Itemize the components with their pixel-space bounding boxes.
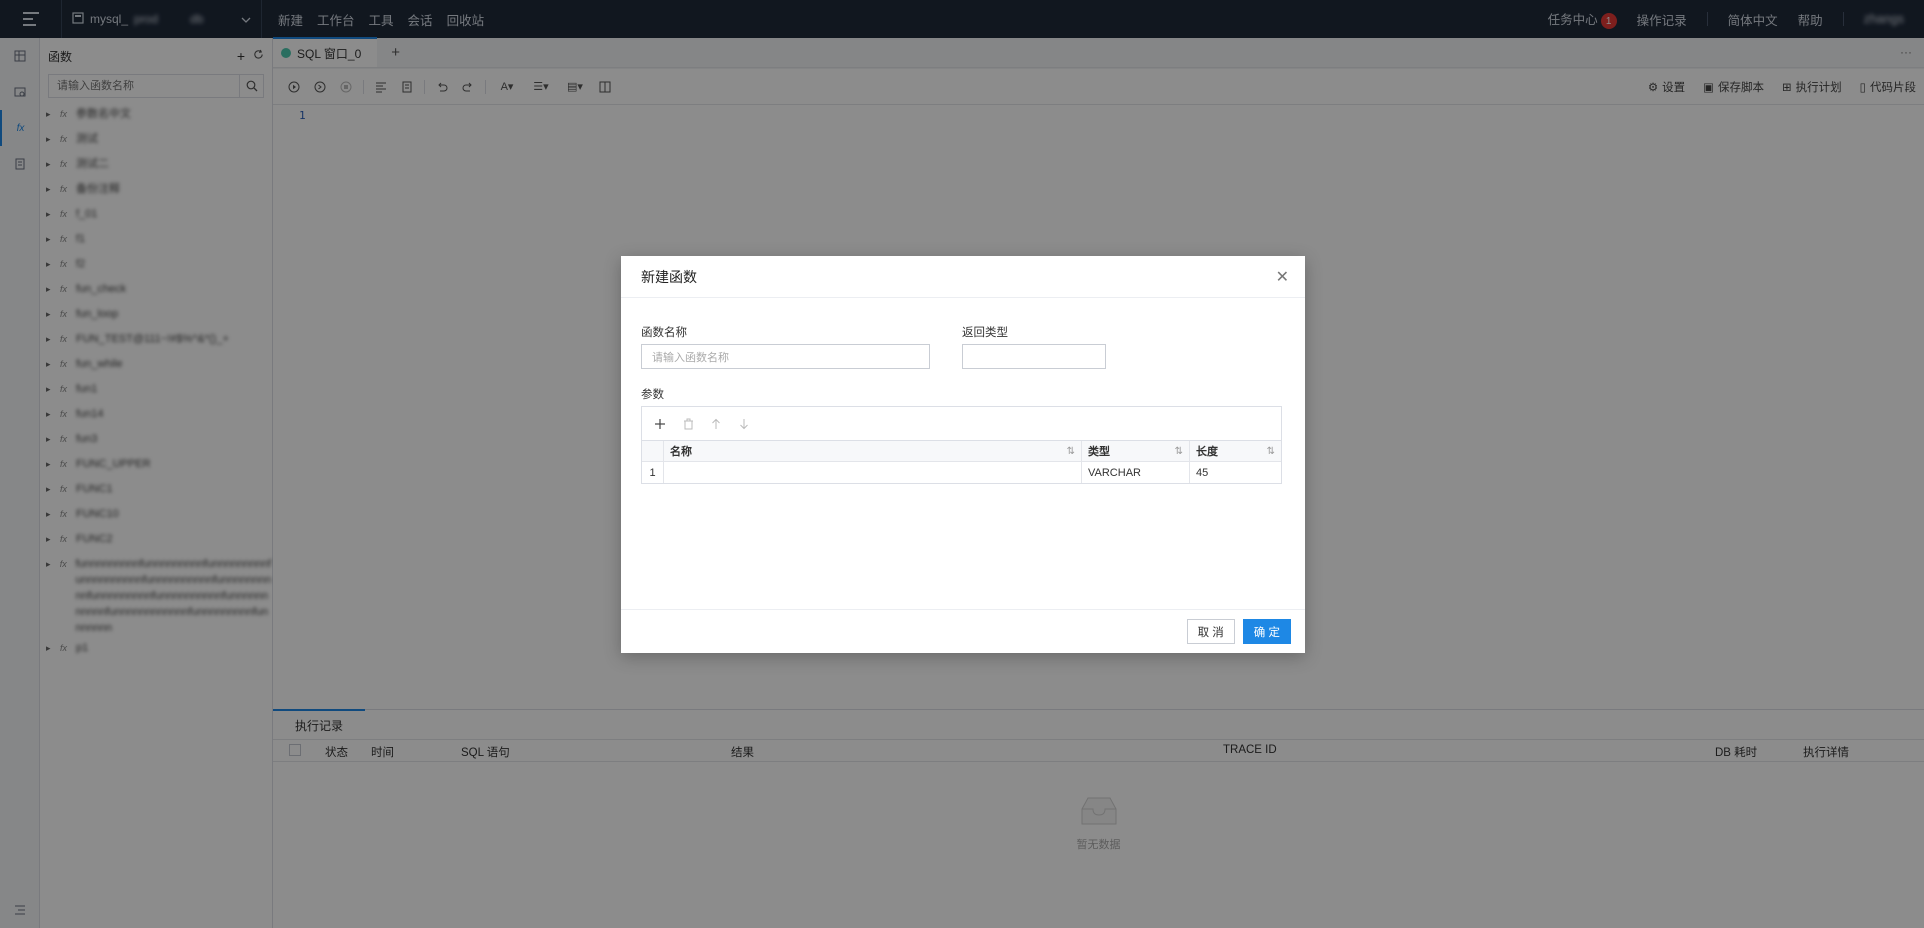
col-param-name[interactable]: 名称 ⇅ [664, 441, 1082, 461]
sort-icon[interactable]: ⇅ [1175, 446, 1183, 457]
table-row: 1 VARCHAR 45 [642, 462, 1281, 483]
confirm-button[interactable]: 确 定 [1242, 619, 1291, 644]
function-name-input[interactable]: 请输入函数名称 [641, 344, 930, 369]
function-name-label: 函数名称 [641, 327, 687, 339]
param-name-cell[interactable] [664, 462, 1082, 483]
col-param-name-label: 名称 [670, 446, 692, 458]
sort-icon[interactable]: ⇅ [1267, 446, 1275, 457]
move-down-icon[interactable] [732, 412, 756, 436]
params-header-row: 名称 ⇅ 类型 ⇅ 长度 ⇅ [642, 441, 1281, 462]
delete-row-icon[interactable] [676, 412, 700, 436]
col-param-length[interactable]: 长度 ⇅ [1190, 441, 1281, 461]
move-up-icon[interactable] [704, 412, 728, 436]
sort-icon[interactable]: ⇅ [1067, 446, 1075, 457]
params-label: 参数 [641, 389, 664, 401]
col-param-type-label: 类型 [1088, 446, 1110, 458]
close-icon[interactable]: ✕ [1276, 270, 1289, 286]
dialog-title: 新建函数 [641, 268, 697, 285]
param-length-cell[interactable]: 45 [1190, 462, 1281, 483]
col-param-length-label: 长度 [1196, 446, 1218, 458]
params-table: 名称 ⇅ 类型 ⇅ 长度 ⇅ 1 VARCHAR 45 [641, 406, 1282, 484]
return-type-input[interactable] [962, 344, 1106, 369]
col-param-type[interactable]: 类型 ⇅ [1082, 441, 1190, 461]
cancel-button[interactable]: 取 消 [1186, 619, 1235, 644]
add-row-icon[interactable] [648, 412, 672, 436]
index-header [642, 441, 664, 461]
param-type-cell[interactable]: VARCHAR [1082, 462, 1190, 483]
row-index: 1 [642, 462, 664, 483]
return-type-label: 返回类型 [962, 327, 1008, 339]
new-function-dialog: 新建函数 ✕ 函数名称 请输入函数名称 返回类型 参数 名称 ⇅ 类型 ⇅ 长度 ⇅ … [621, 256, 1305, 653]
